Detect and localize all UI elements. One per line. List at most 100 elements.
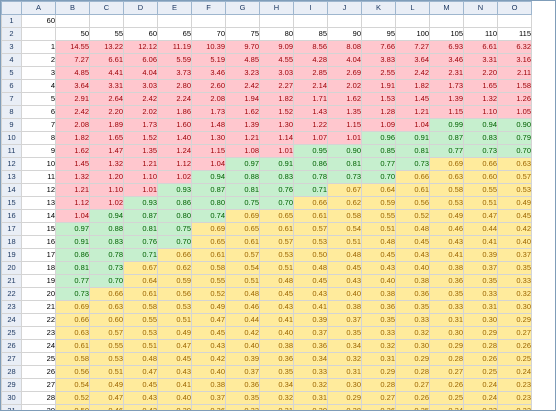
data-cell[interactable]: 1.01 [259, 144, 294, 158]
data-cell[interactable]: 1.47 [89, 144, 124, 158]
data-cell[interactable]: 0.59 [361, 196, 396, 210]
data-cell[interactable]: 0.45 [395, 235, 430, 249]
data-cell[interactable]: 2.14 [293, 79, 328, 93]
data-cell[interactable]: 9.09 [259, 40, 294, 54]
data-cell[interactable]: 2.69 [327, 66, 362, 80]
data-cell[interactable]: 0.73 [89, 261, 124, 275]
data-cell[interactable]: 0.54 [327, 222, 362, 236]
data-cell[interactable]: 9.70 [225, 40, 260, 54]
data-cell[interactable]: 1.12 [55, 196, 90, 210]
data-cell[interactable]: 0.61 [55, 339, 90, 353]
data-cell[interactable]: 0.42 [123, 404, 158, 410]
select-all-corner[interactable] [1, 1, 22, 15]
data-cell[interactable]: 12.12 [123, 40, 158, 54]
data-cell[interactable]: 0.51 [361, 222, 396, 236]
data-cell[interactable]: 1.09 [361, 118, 396, 132]
data-cell[interactable]: 1.30 [259, 118, 294, 132]
cell[interactable] [395, 14, 430, 28]
row-header-20[interactable]: 20 [1, 261, 22, 275]
data-cell[interactable]: 0.38 [327, 300, 362, 314]
data-cell[interactable]: 1.04 [55, 209, 90, 223]
data-cell[interactable]: 0.40 [327, 287, 362, 301]
data-cell[interactable]: 0.48 [327, 248, 362, 262]
data-cell[interactable]: 0.36 [361, 300, 396, 314]
data-cell[interactable]: 0.75 [157, 222, 192, 236]
cell[interactable] [463, 14, 498, 28]
data-cell[interactable]: 0.85 [361, 144, 396, 158]
data-cell[interactable]: 0.42 [191, 352, 226, 366]
row-index-cell[interactable]: 4 [21, 79, 56, 93]
row-header-13[interactable]: 13 [1, 170, 22, 184]
data-cell[interactable]: 0.41 [293, 300, 328, 314]
data-cell[interactable]: 8.08 [327, 40, 362, 54]
data-cell[interactable]: 0.47 [123, 365, 158, 379]
data-cell[interactable]: 0.88 [225, 170, 260, 184]
data-cell[interactable]: 10.39 [191, 40, 226, 54]
data-cell[interactable]: 1.28 [361, 105, 396, 119]
data-cell[interactable]: 0.40 [361, 274, 396, 288]
data-cell[interactable]: 1.62 [327, 92, 362, 106]
data-cell[interactable]: 0.35 [225, 391, 260, 405]
data-cell[interactable]: 0.76 [123, 235, 158, 249]
data-cell[interactable]: 0.52 [395, 209, 430, 223]
data-cell[interactable]: 7.27 [55, 53, 90, 67]
data-cell[interactable]: 3.31 [89, 79, 124, 93]
data-cell[interactable]: 0.42 [497, 222, 532, 236]
column-header-b[interactable]: B [55, 1, 90, 15]
data-cell[interactable]: 0.30 [463, 313, 498, 327]
data-cell[interactable]: 0.32 [259, 391, 294, 405]
row-index-cell[interactable]: 3 [21, 66, 56, 80]
data-cell[interactable]: 0.29 [361, 365, 396, 379]
data-cell[interactable]: 0.70 [157, 235, 192, 249]
column-header-m[interactable]: M [429, 1, 464, 15]
data-cell[interactable]: 0.32 [293, 378, 328, 392]
data-cell[interactable]: 0.73 [327, 170, 362, 184]
data-cell[interactable]: 0.38 [259, 339, 294, 353]
data-cell[interactable]: 0.30 [293, 404, 328, 410]
cell[interactable] [157, 14, 192, 28]
data-cell[interactable]: 0.51 [225, 274, 260, 288]
data-cell[interactable]: 0.25 [395, 404, 430, 410]
row-index-cell[interactable]: 10 [21, 157, 56, 171]
data-cell[interactable]: 0.53 [497, 183, 532, 197]
cell[interactable] [259, 14, 294, 28]
data-cell[interactable]: 0.79 [497, 131, 532, 145]
data-cell[interactable]: 1.39 [225, 118, 260, 132]
data-cell[interactable]: 0.28 [463, 339, 498, 353]
row-index-cell[interactable]: 8 [21, 131, 56, 145]
data-cell[interactable]: 0.25 [463, 365, 498, 379]
data-cell[interactable]: 0.48 [361, 235, 396, 249]
data-cell[interactable]: 1.52 [259, 105, 294, 119]
data-cell[interactable]: 1.32 [55, 170, 90, 184]
data-cell[interactable]: 0.48 [259, 274, 294, 288]
data-cell[interactable]: 0.57 [497, 170, 532, 184]
data-cell[interactable]: 4.41 [89, 66, 124, 80]
data-cell[interactable]: 3.03 [259, 66, 294, 80]
data-cell[interactable]: 0.48 [225, 287, 260, 301]
data-cell[interactable]: 0.30 [395, 339, 430, 353]
data-cell[interactable]: 0.97 [55, 222, 90, 236]
data-cell[interactable]: 3.16 [497, 53, 532, 67]
column-header-a[interactable]: A [21, 1, 56, 15]
data-cell[interactable]: 0.49 [429, 209, 464, 223]
data-cell[interactable]: 1.15 [327, 118, 362, 132]
data-cell[interactable]: 0.73 [55, 287, 90, 301]
data-cell[interactable]: 1.10 [123, 170, 158, 184]
data-cell[interactable]: 1.53 [361, 92, 396, 106]
data-cell[interactable]: 0.43 [259, 300, 294, 314]
data-cell[interactable]: 0.60 [463, 170, 498, 184]
data-cell[interactable]: 0.43 [157, 365, 192, 379]
data-cell[interactable]: 1.89 [89, 118, 124, 132]
data-cell[interactable]: 0.65 [191, 235, 226, 249]
data-cell[interactable]: 1.73 [123, 118, 158, 132]
data-cell[interactable]: 1.02 [157, 170, 192, 184]
data-cell[interactable]: 0.76 [259, 183, 294, 197]
data-cell[interactable]: 0.75 [225, 196, 260, 210]
data-cell[interactable]: 0.83 [89, 235, 124, 249]
column-header-n[interactable]: N [463, 1, 498, 15]
data-cell[interactable]: 0.66 [55, 313, 90, 327]
data-cell[interactable]: 4.04 [123, 66, 158, 80]
column-header-e[interactable]: E [157, 1, 192, 15]
data-cell[interactable]: 1.86 [157, 105, 192, 119]
data-cell[interactable]: 0.46 [89, 404, 124, 410]
